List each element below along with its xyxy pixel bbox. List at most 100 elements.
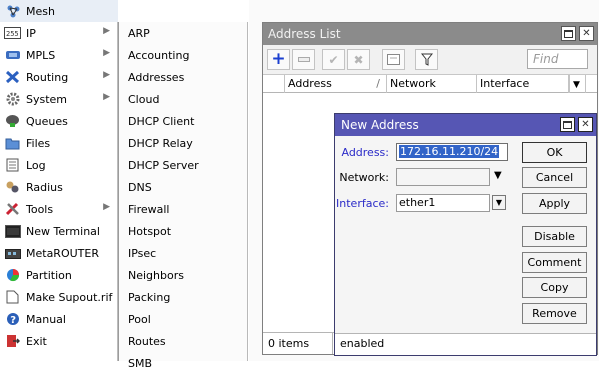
address-list-toolbar: + ✔ ✖ Find	[263, 45, 597, 75]
close-icon: ✕	[581, 118, 590, 130]
sidebar-item-radius[interactable]: Radius	[0, 176, 118, 198]
sidebar-item-queues[interactable]: Queues	[0, 110, 118, 132]
submenu-arrow-icon: ▶	[103, 92, 110, 102]
routing-icon	[4, 70, 21, 85]
network-label: Network:	[339, 171, 389, 184]
interface-dropdown-button[interactable]: ▼	[492, 195, 506, 210]
filter-button[interactable]	[415, 49, 438, 70]
window-title: Address List	[268, 27, 341, 41]
svg-text:255: 255	[6, 30, 19, 38]
new-address-dialog: New Address ✕ Address: 172.16.11.210/24 …	[334, 113, 597, 356]
sidebar-item-label: Mesh	[26, 4, 55, 18]
add-button[interactable]: +	[267, 49, 290, 70]
submenu-item-label: Accounting	[128, 48, 190, 62]
dialog-statusbar: enabled	[335, 333, 596, 355]
network-dropdown-icon[interactable]: ▼	[494, 170, 502, 181]
submenu-item-label: SMB	[128, 356, 153, 370]
sidebar-item-tools[interactable]: Tools ▶	[0, 198, 118, 220]
submenu-item-addresses[interactable]: Addresses	[119, 66, 248, 88]
button-label: Apply	[538, 197, 571, 210]
apply-button[interactable]: Apply	[522, 193, 587, 214]
submenu-item-dhcp-relay[interactable]: DHCP Relay	[119, 132, 248, 154]
copy-button[interactable]: Copy	[522, 277, 587, 298]
sidebar-item-label: Manual	[26, 312, 66, 326]
submenu-item-dns[interactable]: DNS	[119, 176, 248, 198]
submenu-item-smb[interactable]: SMB	[119, 352, 248, 374]
sidebar-item-exit[interactable]: Exit	[0, 330, 118, 352]
comment-note-icon	[387, 54, 400, 65]
sidebar-item-log[interactable]: Log	[0, 154, 118, 176]
sidebar-item-label: Partition	[26, 268, 72, 282]
sidebar-item-label: System	[26, 92, 68, 106]
sidebar-item-new-terminal[interactable]: New Terminal	[0, 220, 118, 242]
sidebar-item-metarouter[interactable]: MetaROUTER	[0, 242, 118, 264]
maximize-icon	[563, 120, 572, 129]
address-field[interactable]: 172.16.11.210/24	[396, 143, 508, 161]
sort-icon: /	[376, 77, 380, 90]
interface-select[interactable]: ether1	[396, 194, 490, 212]
submenu-arrow-icon: ▶	[103, 202, 110, 212]
sidebar-item-mesh[interactable]: Mesh	[0, 0, 118, 22]
address-list-titlebar[interactable]: Address List	[263, 23, 597, 45]
submenu-item-pool[interactable]: Pool	[119, 308, 248, 330]
statusbar-divider	[332, 333, 333, 354]
submenu-item-firewall[interactable]: Firewall	[119, 198, 248, 220]
sidebar-item-label: New Terminal	[26, 224, 100, 238]
sidebar-item-ip[interactable]: 255 IP ▶	[0, 22, 118, 44]
submenu-item-hotspot[interactable]: Hotspot	[119, 220, 248, 242]
comment-button[interactable]	[382, 49, 405, 70]
dialog-titlebar[interactable]: New Address	[335, 114, 596, 136]
enable-button[interactable]: ✔	[322, 49, 345, 70]
cancel-button[interactable]: Cancel	[522, 167, 587, 188]
submenu-item-routes[interactable]: Routes	[119, 330, 248, 352]
find-input[interactable]: Find	[527, 49, 588, 69]
metarouter-icon	[4, 246, 21, 261]
sidebar-item-label: Radius	[26, 180, 63, 194]
sidebar-item-files[interactable]: Files	[0, 132, 118, 154]
remove-button[interactable]: Remove	[522, 303, 587, 324]
submenu-item-label: IPsec	[128, 246, 157, 260]
submenu-item-dhcp-server[interactable]: DHCP Server	[119, 154, 248, 176]
sidebar-item-manual[interactable]: ? Manual	[0, 308, 118, 330]
address-label: Address:	[341, 146, 389, 159]
submenu-item-label: DNS	[128, 180, 152, 194]
column-header-interface[interactable]: Interface	[477, 75, 569, 93]
submenu-item-packing[interactable]: Packing	[119, 286, 248, 308]
terminal-icon	[4, 224, 21, 239]
button-label: Disable	[534, 230, 575, 243]
network-field[interactable]	[396, 168, 490, 186]
ok-button[interactable]: OK	[522, 142, 587, 163]
sidebar-item-mpls[interactable]: MPLS ▶	[0, 44, 118, 66]
submenu-item-arp[interactable]: ARP	[119, 22, 248, 44]
disable-x-icon: ✖	[353, 52, 364, 67]
sidebar-item-make-supout[interactable]: Make Supout.rif	[0, 286, 118, 308]
dialog-maximize-button[interactable]	[560, 117, 575, 132]
sidebar-item-label: Tools	[26, 202, 54, 216]
submenu-item-accounting[interactable]: Accounting	[119, 44, 248, 66]
add-plus-icon: +	[271, 49, 286, 69]
dialog-close-button[interactable]: ✕	[578, 117, 593, 132]
sidebar-item-partition[interactable]: Partition	[0, 264, 118, 286]
sidebar-item-routing[interactable]: Routing ▶	[0, 66, 118, 88]
close-icon: ✕	[582, 27, 591, 39]
column-header-flags[interactable]	[263, 75, 285, 93]
remove-button[interactable]	[292, 49, 315, 70]
column-header-network[interactable]: Network	[387, 75, 477, 93]
submenu-item-cloud[interactable]: Cloud	[119, 88, 248, 110]
button-label: Remove	[532, 307, 577, 320]
button-label: Copy	[540, 281, 569, 294]
submenu-item-label: Firewall	[128, 202, 170, 216]
column-header-address[interactable]: Address /	[285, 75, 387, 93]
close-button[interactable]: ✕	[579, 26, 594, 41]
submenu-item-dhcp-client[interactable]: DHCP Client	[119, 110, 248, 132]
submenu-item-neighbors[interactable]: Neighbors	[119, 264, 248, 286]
supout-file-icon	[4, 290, 21, 305]
disable-button[interactable]: ✖	[347, 49, 370, 70]
disable-button[interactable]: Disable	[522, 226, 587, 247]
submenu-item-ipsec[interactable]: IPsec	[119, 242, 248, 264]
sidebar-item-system[interactable]: System ▶	[0, 88, 118, 110]
column-chooser-button[interactable]: ▼	[569, 75, 586, 93]
comment-button[interactable]: Comment	[522, 252, 587, 273]
maximize-button[interactable]	[561, 26, 576, 41]
chevron-down-icon: ▼	[573, 80, 580, 90]
